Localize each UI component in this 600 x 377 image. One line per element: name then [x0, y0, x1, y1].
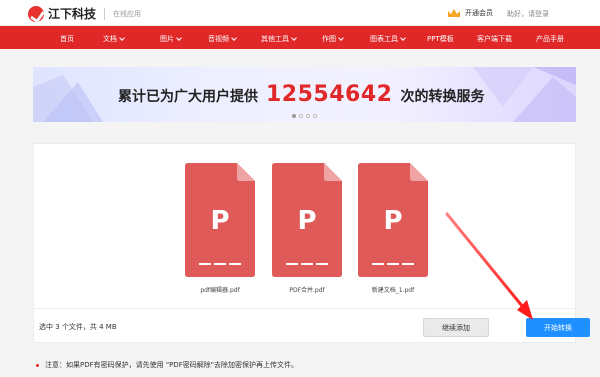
- bullet-icon: [36, 363, 39, 367]
- login-link[interactable]: 助好，请登录: [507, 9, 549, 19]
- crown-icon: [448, 9, 460, 17]
- nav-item[interactable]: 其他工具: [261, 34, 297, 44]
- file-card[interactable]: P pdf编辑器.pdf: [185, 163, 255, 294]
- main-nav: 首页 文档 图片 音视频 其他工具 作图 图表工具 PPT模板 客户端下载 产品手册: [0, 26, 600, 49]
- carousel-dots: [292, 114, 317, 118]
- divider: [34, 308, 575, 309]
- carousel-dot[interactable]: [292, 114, 296, 118]
- nav-item-label: 首页: [60, 35, 74, 43]
- brand-slogan: 在线应用: [113, 9, 142, 18]
- top-header: 江下科技 在线应用 开通会员 助好，请登录: [0, 0, 600, 26]
- carousel-dot[interactable]: [306, 114, 310, 118]
- chevron-down-icon: [119, 35, 125, 41]
- nav-item[interactable]: 文档: [103, 34, 125, 44]
- brand-name: 江下科技: [48, 7, 97, 21]
- nav-item[interactable]: PPT模板: [427, 34, 454, 44]
- banner-headline: 累计已为广大用户提供 12554642 次的转换服务: [118, 82, 484, 107]
- pdf-letter: P: [297, 206, 316, 236]
- logo[interactable]: 江下科技 在线应用: [28, 5, 141, 22]
- chevron-down-icon: [176, 35, 182, 41]
- chevron-down-icon: [231, 35, 237, 41]
- nav-item[interactable]: 音视频: [208, 34, 237, 44]
- nav-item-label: 文档: [103, 35, 117, 43]
- file-card[interactable]: P 新建文档_1.pdf: [358, 163, 428, 294]
- notice: 注意：如果PDF有密码保护，请先使用 "PDF密码解除"去除加密保护再上传文件。: [36, 360, 298, 370]
- file-panel: P pdf编辑器.pdf P PDF合并.pdf P 新建文档_1.pdf 选中…: [33, 143, 590, 343]
- file-card[interactable]: P PDF合并.pdf: [272, 163, 342, 294]
- nav-item-label: 音视频: [208, 35, 229, 43]
- nav-item[interactable]: 图片: [160, 34, 182, 44]
- start-convert-button[interactable]: 开始转换: [526, 318, 590, 337]
- nav-item-label: 客户端下载: [477, 35, 512, 43]
- nav-item-label: 其他工具: [261, 35, 289, 43]
- pdf-letter: P: [383, 206, 402, 236]
- nav-item[interactable]: 产品手册: [536, 34, 564, 44]
- conversion-count: 12554642: [266, 82, 393, 107]
- nav-item[interactable]: 图表工具: [370, 34, 406, 44]
- pdf-letter: P: [210, 206, 229, 236]
- nav-item-label: 图表工具: [370, 35, 398, 43]
- carousel-dot[interactable]: [299, 114, 303, 118]
- nav-item[interactable]: 作图: [322, 34, 344, 44]
- pdf-file-icon: P: [185, 163, 255, 277]
- nav-item-label: 作图: [322, 35, 336, 43]
- brand-logo-icon: [28, 5, 44, 22]
- divider: [104, 7, 106, 20]
- vip-label: 开通会员: [465, 9, 493, 17]
- vip-link[interactable]: 开通会员: [447, 8, 493, 18]
- file-name: PDF合并.pdf: [289, 287, 325, 294]
- add-more-button[interactable]: 继续添加: [423, 318, 489, 337]
- chevron-down-icon: [338, 35, 344, 41]
- nav-item-label: 图片: [160, 35, 174, 43]
- carousel-dot[interactable]: [313, 114, 317, 118]
- nav-item-label: PPT模板: [427, 35, 454, 43]
- notice-text: 注意：如果PDF有密码保护，请先使用 "PDF密码解除"去除加密保护再上传文件。: [45, 361, 298, 369]
- chevron-down-icon: [291, 35, 297, 41]
- chevron-down-icon: [400, 35, 406, 41]
- nav-item[interactable]: 首页: [60, 34, 74, 44]
- nav-item[interactable]: 客户端下载: [477, 34, 512, 44]
- pdf-file-icon: P: [272, 163, 342, 277]
- nav-item-label: 产品手册: [536, 35, 564, 43]
- banner-suffix: 次的转换服务: [400, 89, 485, 105]
- pdf-file-icon: P: [358, 163, 428, 277]
- banner-prefix: 累计已为广大用户提供: [118, 89, 258, 105]
- file-name: 新建文档_1.pdf: [371, 287, 415, 294]
- selected-info: 选中 3 个文件，共 4 MB: [39, 323, 117, 331]
- file-name: pdf编辑器.pdf: [200, 287, 240, 294]
